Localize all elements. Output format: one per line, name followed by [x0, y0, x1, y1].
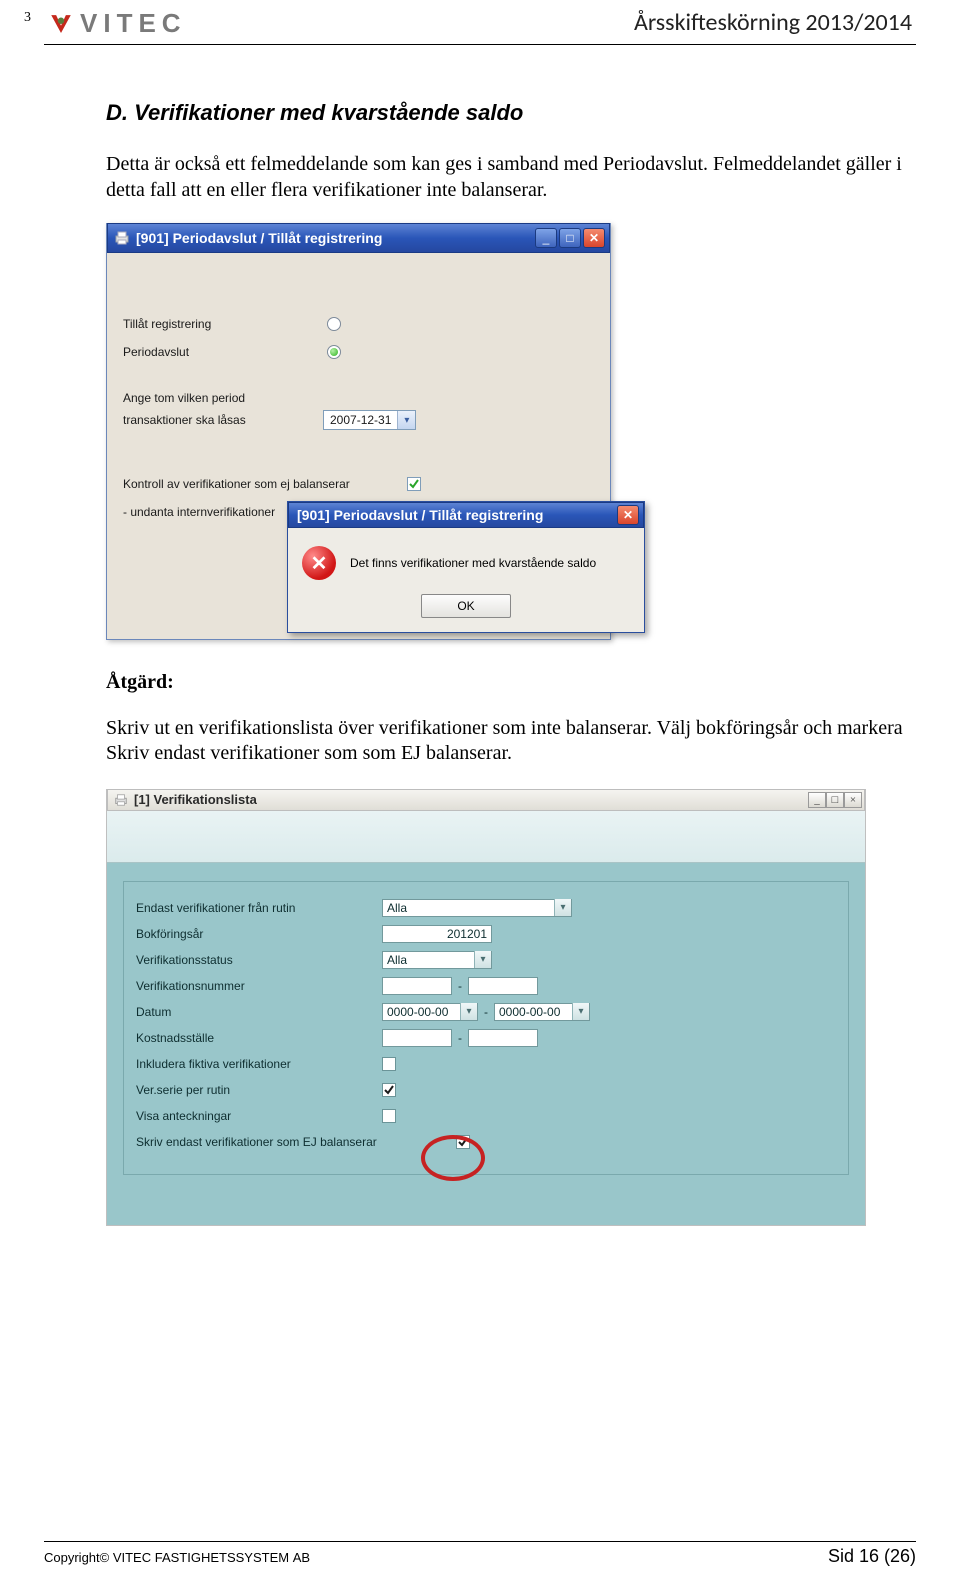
date-combo-value: 2007-12-31	[324, 413, 397, 427]
checkbox-show-notes[interactable]	[382, 1109, 396, 1123]
modal-title: [901] Periodavslut / Tillåt registrering	[289, 507, 617, 523]
window-periodavslut: [901] Periodavslut / Tillåt registrering…	[106, 223, 611, 640]
checkbox-include-fictive[interactable]	[382, 1057, 396, 1071]
error-modal: [901] Periodavslut / Tillåt registrering…	[287, 501, 645, 633]
select-routine[interactable]: Alla ▾	[382, 899, 572, 917]
radio-allow-reg[interactable]	[327, 317, 341, 331]
label-date: Datum	[136, 1005, 382, 1019]
window2-fieldset: Endast verifikationer från rutin Alla ▾ …	[123, 881, 849, 1175]
copyright: Copyright© VITEC FASTIGHETSSYSTEM AB	[44, 1550, 310, 1565]
label-include-fictive: Inkludera fiktiva verifikationer	[136, 1057, 382, 1071]
chevron-down-icon: ▾	[572, 1003, 589, 1020]
label-show-notes: Visa anteckningar	[136, 1109, 382, 1123]
page-footer: Copyright© VITEC FASTIGHETSSYSTEM AB Sid…	[44, 1541, 916, 1567]
chevron-down-icon: ▾	[554, 899, 571, 916]
paragraph-2: Skriv ut en verifikationslista över veri…	[106, 716, 916, 767]
input-ver-to[interactable]	[468, 977, 538, 995]
window2-toolbar	[107, 811, 865, 863]
checkbox-series-per-routine[interactable]	[382, 1083, 396, 1097]
close-button[interactable]: ✕	[583, 228, 605, 248]
dash: -	[452, 1031, 468, 1045]
action-label: Åtgärd:	[106, 670, 916, 696]
select-routine-value: Alla	[387, 901, 407, 915]
error-icon: ✕	[302, 546, 336, 580]
page-number: Sid 16 (26)	[828, 1546, 916, 1567]
chevron-down-icon: ▾	[397, 411, 415, 429]
dash: -	[478, 1005, 494, 1019]
label-lock-period-a: Ange tom vilken period	[123, 391, 323, 405]
paragraph-1: Detta är också ett felmeddelande som kan…	[106, 152, 916, 203]
select-date-to[interactable]: 0000-00-00 ▾	[494, 1003, 590, 1021]
date-combo[interactable]: 2007-12-31 ▾	[323, 410, 416, 430]
label-cost-center: Kostnadsställe	[136, 1031, 382, 1045]
modal-close-button[interactable]: ✕	[617, 505, 639, 525]
screenshot-2: [1] Verifikationslista _ □ × Endast veri…	[106, 789, 916, 1226]
select-status[interactable]: Alla ▾	[382, 951, 492, 969]
dash: -	[452, 979, 468, 993]
section-heading: D. Verifikationer med kvarstående saldo	[106, 100, 916, 126]
window-title: [901] Periodavslut / Tillåt registrering	[136, 230, 535, 246]
page-small-number: 3	[24, 10, 31, 26]
label-series-per-routine: Ver.serie per rutin	[136, 1083, 382, 1097]
label-lock-period-b: transaktioner ska låsas	[123, 413, 323, 427]
label-allow-reg: Tillåt registrering	[123, 317, 323, 331]
label-ver-no: Verifikationsnummer	[136, 979, 382, 993]
select-date-from[interactable]: 0000-00-00 ▾	[382, 1003, 478, 1021]
brand-logo: VITEC	[48, 8, 187, 39]
window-verifikationslista: [1] Verifikationslista _ □ × Endast veri…	[106, 789, 866, 1226]
maximize-button[interactable]: □	[559, 228, 581, 248]
checkbox-check-balance[interactable]	[407, 477, 421, 491]
input-fiscal-year[interactable]: 201201	[382, 925, 492, 943]
modal-titlebar: [901] Periodavslut / Tillåt registrering…	[288, 502, 644, 528]
input-cost-from[interactable]	[382, 1029, 452, 1047]
label-routine: Endast verifikationer från rutin	[136, 901, 382, 915]
input-ver-from[interactable]	[382, 977, 452, 995]
label-only-unbalanced: Skriv endast verifikationer som EJ balan…	[136, 1135, 456, 1149]
window-controls: _ □ ✕	[535, 228, 605, 248]
label-check-balance: Kontroll av verifikationer som ej balans…	[123, 477, 403, 491]
radio-period-close[interactable]	[327, 345, 341, 359]
window2-titlebar: [1] Verifikationslista _ □ ×	[107, 789, 865, 811]
label-period-close: Periodavslut	[123, 345, 323, 359]
win2-maximize-button[interactable]: □	[826, 792, 844, 808]
chevron-down-icon: ▾	[460, 1003, 477, 1020]
window-titlebar: [901] Periodavslut / Tillåt registrering…	[107, 223, 610, 253]
printer-icon	[114, 230, 130, 246]
chevron-down-icon: ▾	[474, 951, 491, 968]
window2-body: Endast verifikationer från rutin Alla ▾ …	[107, 863, 865, 1225]
brand-text: VITEC	[80, 8, 187, 39]
vitec-mark-icon	[48, 11, 74, 37]
label-fiscal-year: Bokföringsår	[136, 927, 382, 941]
win2-close-button[interactable]: ×	[844, 792, 862, 808]
footer-rule	[44, 1541, 916, 1542]
printer-icon	[114, 793, 128, 807]
label-status: Verifikationsstatus	[136, 953, 382, 967]
screenshot-1: [901] Periodavslut / Tillåt registrering…	[106, 223, 916, 640]
ok-button[interactable]: OK	[421, 594, 511, 618]
select-status-value: Alla	[387, 953, 407, 967]
date-to-value: 0000-00-00	[499, 1005, 560, 1019]
doc-title: Årsskifteskörning 2013/2014	[634, 8, 912, 37]
minimize-button[interactable]: _	[535, 228, 557, 248]
input-cost-to[interactable]	[468, 1029, 538, 1047]
window2-title: [1] Verifikationslista	[134, 792, 808, 807]
modal-message: Det finns verifikationer med kvarstående…	[350, 556, 596, 570]
checkbox-only-unbalanced[interactable]	[456, 1135, 470, 1149]
page-header: 3 VITEC Årsskifteskörning 2013/2014	[44, 4, 916, 44]
date-from-value: 0000-00-00	[387, 1005, 448, 1019]
win2-minimize-button[interactable]: _	[808, 792, 826, 808]
body-section: D. Verifikationer med kvarstående saldo …	[106, 100, 916, 1226]
header-rule	[44, 44, 916, 45]
